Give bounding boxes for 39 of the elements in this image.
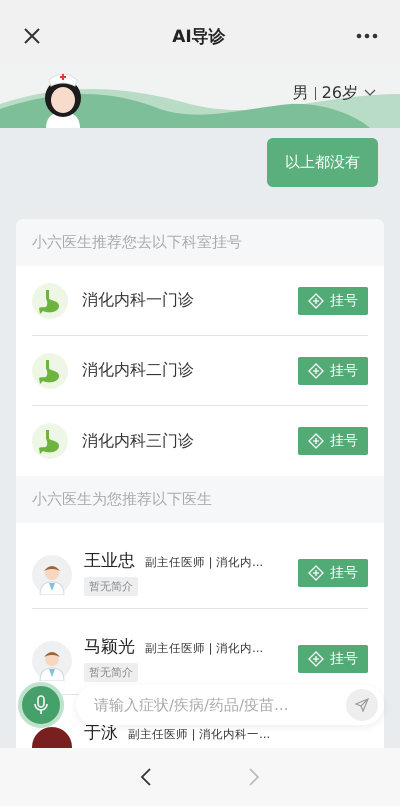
microphone-icon (34, 695, 48, 715)
doctor-avatar-icon (32, 555, 72, 595)
back-icon[interactable] (140, 767, 152, 787)
doctor-name: 马颖光 (84, 637, 135, 657)
doctor-name: 王业忠 (84, 551, 135, 571)
register-button[interactable]: 挂号 (298, 645, 368, 673)
department-name: 消化内科一门诊 (82, 290, 195, 311)
paper-plane-icon (355, 698, 369, 712)
section-heading: 小六医生为您推荐以下医生 (16, 476, 384, 523)
doctor-title: 副主任医师 | 消化内... (145, 641, 264, 655)
diamond-plus-icon (308, 433, 324, 449)
chevron-down-icon (364, 89, 376, 97)
doctor-name: 于泳 (84, 723, 118, 743)
register-button[interactable]: 挂号 (298, 356, 368, 384)
department-name: 消化内科三门诊 (82, 430, 195, 452)
doctor-avatar-icon (32, 641, 72, 681)
diamond-plus-icon (308, 651, 324, 667)
doctor-title: 副主任医师 | 消化内... (145, 555, 264, 569)
doctor-title: 副主任医师 | 消化内科一... (128, 727, 270, 741)
diamond-plus-icon (308, 362, 324, 378)
diamond-plus-icon (308, 292, 324, 308)
stomach-icon (32, 423, 68, 459)
send-button[interactable] (346, 689, 378, 721)
department-name: 消化内科二门诊 (82, 360, 195, 381)
stomach-icon (32, 282, 68, 318)
symptom-input-field[interactable]: 请输入症状/疾病/药品/疫苗... (92, 695, 346, 715)
register-button[interactable]: 挂号 (298, 559, 368, 587)
close-icon[interactable] (22, 26, 42, 46)
intro-tag: 暂无简介 (84, 577, 138, 596)
profile-selector[interactable]: 男 26岁 (292, 82, 376, 104)
register-button[interactable]: 挂号 (298, 286, 368, 314)
message-bubble: 以上都没有 (267, 138, 378, 187)
register-button[interactable]: 挂号 (298, 427, 368, 455)
intro-tag: 暂无简介 (84, 663, 138, 682)
more-icon[interactable] (356, 33, 378, 39)
diamond-plus-icon (308, 565, 324, 581)
page-title: AI导诊 (172, 26, 226, 48)
stomach-icon (32, 352, 68, 388)
section-heading: 小六医生推荐您去以下科室挂号 (16, 219, 384, 266)
